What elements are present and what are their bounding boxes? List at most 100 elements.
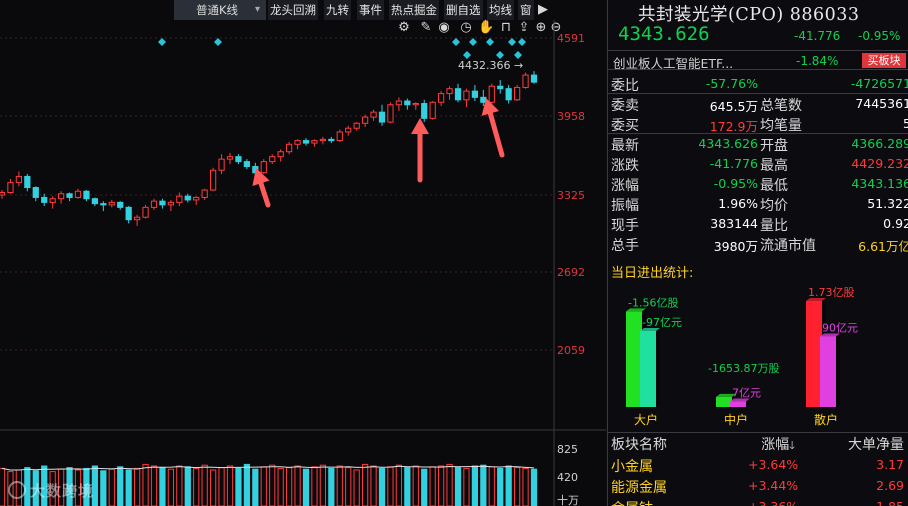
candle-body: [328, 138, 335, 142]
quote-value: 4343.626: [698, 136, 758, 151]
kline-chart-area[interactable]: 普通K线 龙头回溯 九转 事件 热点掘金 删自选 均线 窗 ▶ ⚙ ✎ ◉ ◷ …: [0, 0, 606, 506]
quote-value: 5: [903, 116, 908, 131]
price-change: -41.776: [794, 29, 841, 43]
candle-body: [412, 103, 419, 106]
annotation-arrow: [258, 180, 271, 208]
quote-label: 委卖: [611, 98, 639, 114]
event-marker[interactable]: [514, 51, 522, 59]
sector-cell-name[interactable]: 金属钴: [611, 498, 653, 506]
quote-row: 委比 -57.76% -4726571: [608, 74, 908, 94]
candle-body: [150, 200, 158, 208]
quote-label: 涨跌: [611, 158, 639, 174]
candle-body: [83, 190, 90, 200]
candle-body: [57, 193, 65, 200]
sector-change: -1.84%: [796, 54, 839, 68]
flow-amount-bar-side: [656, 328, 660, 407]
candle-body: [91, 198, 99, 205]
volume-bar: [505, 465, 512, 506]
candle-body: [294, 140, 301, 145]
quote-row: 最新 4343.626 开盘 4366.289: [608, 134, 908, 154]
table-row[interactable]: 小金属 +3.64% 3.17: [608, 454, 908, 475]
sector-cell-name[interactable]: 小金属: [611, 456, 653, 476]
candle-body: [387, 104, 394, 123]
flow-shares-label: 1.73亿股: [808, 286, 855, 299]
quote-row: 委卖 645.5万 总笔数 7445361: [608, 94, 908, 114]
volume-bar: [446, 463, 453, 506]
candle-body: [0, 192, 6, 196]
volume-tick-label: 825: [557, 443, 578, 456]
volume-ma-line: [1, 465, 535, 471]
quote-value: -57.76%: [705, 76, 758, 91]
quote-panel: 共封装光学(CPO) 886033 4343.626 -41.776 -0.95…: [607, 0, 908, 506]
sector-cell-change: +3.64%: [748, 457, 799, 472]
price-row: 4343.626 -41.776 -0.95%: [608, 23, 908, 46]
quote-value: 0.92: [883, 216, 908, 231]
event-marker[interactable]: [496, 51, 504, 59]
candle-body: [505, 88, 512, 101]
event-marker[interactable]: [486, 38, 494, 46]
flow-amount-bar-side: [836, 333, 840, 407]
quote-row: 涨跌 -41.776 最高 4429.232: [608, 154, 908, 174]
table-row[interactable]: 金属钴 +3.36% 1.85: [608, 496, 908, 506]
volume-bar: [319, 464, 327, 506]
sector-cell-net: 1.85: [876, 499, 904, 506]
flow-amount-label: -97亿元: [642, 316, 682, 329]
event-marker[interactable]: [508, 38, 516, 46]
flow-amount-label: 90亿元: [822, 321, 858, 334]
candle-body: [437, 93, 445, 103]
flow-group-label: 大户: [634, 412, 658, 427]
volume-bar: [218, 467, 225, 506]
table-row[interactable]: 能源金属 +3.44% 2.69: [608, 475, 908, 496]
quote-value: 1.96%: [718, 196, 758, 211]
candle-body: [260, 161, 267, 174]
sector-row[interactable]: 创业板人工智能ETF... -1.84% 买板块: [608, 50, 908, 72]
sector-name[interactable]: 创业板人工智能ETF...: [613, 53, 733, 72]
price-change-pct: -0.95%: [858, 29, 901, 43]
quote-value: -41.776: [709, 156, 758, 171]
quote-label: 委比: [611, 78, 639, 94]
volume-bar: [235, 467, 242, 506]
volume-bar: [193, 467, 200, 506]
quote-grid: 委比 -57.76% -4726571 委卖 645.5万 总笔数 7445361 委买 172…: [608, 74, 908, 254]
candle-body: [41, 196, 48, 203]
candle-body: [429, 101, 436, 119]
quote-label: 涨幅: [611, 178, 639, 194]
flow-shares-bar: [626, 311, 642, 407]
event-marker[interactable]: [518, 38, 526, 46]
sector-table-header: 板块名称 涨幅🡓 大单净量: [608, 433, 908, 454]
flow-shares-bar: [806, 301, 822, 407]
candle-body: [378, 111, 386, 123]
candlestick-chart[interactable]: 4432.366 →: [0, 0, 606, 506]
volume-bar: [497, 467, 504, 506]
event-marker[interactable]: [158, 38, 166, 46]
quote-value: 4429.232: [851, 156, 908, 171]
event-marker[interactable]: [452, 38, 460, 46]
event-marker[interactable]: [469, 38, 477, 46]
candle-body: [133, 216, 141, 221]
volume-bar: [404, 467, 411, 506]
candle-body: [311, 140, 318, 144]
candle-body: [243, 161, 251, 168]
volume-tick-label: 420: [557, 471, 578, 484]
candle-body: [32, 187, 39, 198]
buy-sector-button[interactable]: 买板块: [862, 53, 906, 68]
sector-cell-name[interactable]: 能源金属: [611, 477, 667, 497]
volume-bar: [277, 467, 284, 506]
event-marker[interactable]: [214, 38, 222, 46]
candle-body: [404, 100, 411, 106]
candle-body: [277, 151, 284, 158]
volume-bar: [0, 467, 6, 506]
col-sector-name[interactable]: 板块名称: [611, 434, 667, 454]
col-change-label: 涨幅: [761, 437, 790, 453]
volume-bar: [159, 467, 166, 506]
col-net-volume[interactable]: 大单净量: [848, 434, 904, 454]
candle-body: [66, 193, 73, 198]
volume-bar: [108, 468, 115, 506]
volume-bar: [370, 465, 377, 506]
candle-body: [209, 169, 217, 191]
quote-label: 总笔数: [760, 98, 802, 114]
volume-bar: [463, 467, 470, 506]
col-change[interactable]: 涨幅🡓: [748, 434, 795, 456]
event-marker[interactable]: [463, 51, 471, 59]
quote-label: 总手: [611, 238, 639, 254]
